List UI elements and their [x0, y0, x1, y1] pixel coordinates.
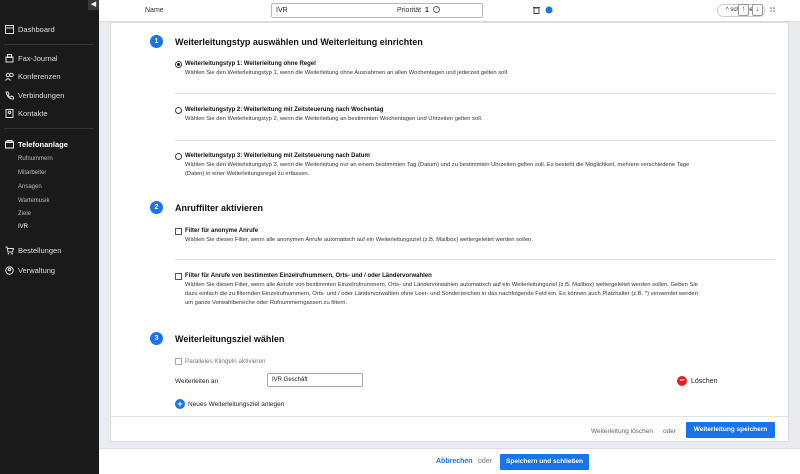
priority-label: Priorität — [397, 7, 422, 14]
checkbox[interactable] — [175, 273, 182, 280]
parallel-ringing-label: Paralleles Klingeln aktivieren — [185, 358, 266, 365]
divider — [4, 44, 94, 45]
sidebar-item-label: Dashboard — [18, 24, 55, 34]
checkbox[interactable] — [175, 228, 182, 235]
forward-to-label: Weiterleiten an — [175, 378, 219, 385]
chevron-left-icon[interactable]: ◀ — [88, 0, 99, 10]
sidebar-item-label: Konferenzen — [18, 71, 61, 81]
option-title: Weiterleitungstyp 2: Weiterleitung mit Z… — [185, 107, 384, 113]
option-type-1[interactable]: Weiterleitungstyp 1: Weiterleitung ohne … — [175, 60, 785, 78]
priority-value: 1 — [425, 7, 429, 14]
filter-description: Wählen Sie diesen Filter, wenn alle Anru… — [185, 282, 698, 288]
filter-title: Filter für anonyme Anrufe — [185, 228, 259, 234]
drag-handle-icon[interactable] — [769, 6, 776, 16]
filter-description: Wählen Sie diesen Filter, wenn alle anon… — [185, 237, 533, 243]
sidebar-item-fax-journal[interactable]: Fax-Journal — [4, 51, 58, 65]
forwarding-header: Name IVR Priorität 1 ? ^ schließen ↑ ↓ — [99, 0, 800, 22]
divider — [175, 259, 775, 260]
add-label: Neues Weiterleitungsziel anlegen — [188, 400, 285, 408]
fax-icon — [4, 53, 14, 63]
sidebar-subitem-ziele[interactable]: Ziele — [18, 210, 31, 219]
plus-circle-icon: + — [175, 399, 185, 409]
option-description: Wählen Sie den Weiterleitungstyp 3, wenn… — [185, 162, 690, 168]
filter-title: Filter für Anrufe von bestimmten Einzelr… — [185, 273, 432, 279]
cancel-link[interactable]: Abbrechen — [436, 458, 473, 465]
step-title: Weiterleitungstyp auswählen und Weiterle… — [175, 37, 423, 47]
option-type-3[interactable]: Weiterleitungstyp 3: Weiterleitung mit Z… — [175, 152, 785, 179]
filter-description: um ganze Vorwahlbereiche oder Rufnummern… — [185, 300, 348, 306]
contacts-icon — [4, 108, 14, 118]
chevron-up-icon: ^ — [725, 7, 729, 13]
delete-target-button[interactable]: − Löschen — [677, 376, 717, 386]
step-number: 3 — [150, 332, 163, 345]
name-input[interactable]: IVR — [271, 3, 483, 18]
sidebar-subitem-rufnummern[interactable]: Rufnummern — [18, 155, 53, 164]
sidebar-item-telefonanlage[interactable]: Telefonanlage — [4, 137, 68, 151]
bottom-action-bar: Abbrechen oder Speichern und schließen — [99, 448, 800, 474]
filter-description: dazu einfach die zu filternden Einzelruf… — [185, 291, 699, 297]
option-title: Weiterleitungstyp 3: Weiterleitung mit Z… — [185, 153, 370, 159]
conference-icon — [4, 71, 14, 81]
option-description: Wählen Sie den Weiterleitungstyp 1, wenn… — [185, 70, 509, 76]
sidebar-subitem-wartemusik[interactable]: Wartemusik — [18, 197, 49, 206]
parallel-ringing[interactable]: Paralleles Klingeln aktivieren — [175, 357, 785, 366]
status-dot-icon[interactable] — [545, 6, 553, 16]
move-up-button[interactable]: ↑ — [738, 4, 749, 16]
delete-label: Löschen — [691, 377, 718, 385]
sidebar-item-label: Bestellungen — [18, 245, 62, 255]
sidebar-item-label: Telefonanlage — [18, 139, 68, 149]
sidebar-item-verwaltung[interactable]: Verwaltung — [4, 263, 55, 277]
sidebar-item-konferenzen[interactable]: Konferenzen — [4, 69, 61, 83]
filter-numbers[interactable]: Filter für Anrufe von bestimmten Einzelr… — [175, 272, 785, 308]
admin-icon — [4, 265, 14, 275]
sidebar: ◀ Dashboard Fax-Journal Konferenzen Verb… — [0, 0, 99, 474]
checkbox[interactable] — [175, 358, 182, 365]
radio-button[interactable] — [175, 61, 182, 68]
forward-target-field[interactable]: IVR Geschäft — [267, 373, 363, 387]
radio-button[interactable] — [175, 153, 182, 160]
step-title: Anruffilter aktivieren — [175, 203, 264, 213]
sidebar-item-verbindungen[interactable]: Verbindungen — [4, 88, 64, 102]
sidebar-item-dashboard[interactable]: Dashboard — [4, 22, 55, 36]
minus-circle-icon: − — [677, 376, 687, 386]
sidebar-item-label: Verbindungen — [18, 90, 65, 100]
save-and-close-button[interactable]: Speichern und schließen — [500, 454, 589, 470]
phone-calls-icon — [4, 90, 14, 100]
divider — [175, 140, 775, 141]
name-label: Name — [145, 7, 164, 14]
filter-anonymous[interactable]: Filter für anonyme Anrufe Wählen Sie die… — [175, 227, 785, 245]
info-icon[interactable]: ? — [433, 6, 440, 13]
sidebar-subitem-ansagen[interactable]: Ansagen — [18, 183, 42, 192]
add-target-button[interactable]: + Neues Weiterleitungsziel anlegen — [175, 399, 284, 409]
option-description: (Daten) in einer Weiterleitungsregel zu … — [185, 171, 310, 177]
sidebar-item-label: Kontakte — [18, 108, 48, 118]
divider — [4, 128, 94, 129]
forwarding-panel: 1 Weiterleitungstyp auswählen und Weiter… — [110, 22, 790, 442]
or-text: oder — [478, 458, 493, 465]
step-number: 1 — [150, 35, 163, 48]
sidebar-item-label: Verwaltung — [18, 265, 56, 275]
save-forwarding-button[interactable]: Weiterleitung speichern — [686, 422, 775, 438]
sidebar-item-label: Fax-Journal — [18, 53, 58, 63]
radio-button[interactable] — [175, 107, 182, 114]
dashboard-icon — [4, 24, 14, 34]
sidebar-item-kontakte[interactable]: Kontakte — [4, 106, 48, 120]
sidebar-item-bestellungen[interactable]: Bestellungen — [4, 243, 61, 257]
delete-forwarding-link[interactable]: Weiterleitung löschen — [591, 428, 653, 435]
divider — [111, 416, 790, 417]
sidebar-subitem-ivr[interactable]: IVR — [18, 223, 28, 232]
step-number: 2 — [150, 201, 163, 214]
option-title: Weiterleitungstyp 1: Weiterleitung ohne … — [185, 61, 316, 67]
sidebar-subitem-mitarbeiter[interactable]: Mitarbeiter — [18, 169, 46, 178]
trash-icon[interactable] — [533, 6, 540, 16]
divider — [175, 93, 775, 94]
move-down-button[interactable]: ↓ — [752, 4, 763, 16]
or-text: oder — [663, 428, 677, 435]
step-title: Weiterleitungsziel wählen — [175, 334, 285, 344]
pbx-icon — [4, 139, 14, 149]
orders-icon — [4, 245, 14, 255]
option-type-2[interactable]: Weiterleitungstyp 2: Weiterleitung mit Z… — [175, 106, 785, 124]
option-description: Wählen Sie den Weiterleitungstyp 2, wenn… — [185, 116, 483, 122]
